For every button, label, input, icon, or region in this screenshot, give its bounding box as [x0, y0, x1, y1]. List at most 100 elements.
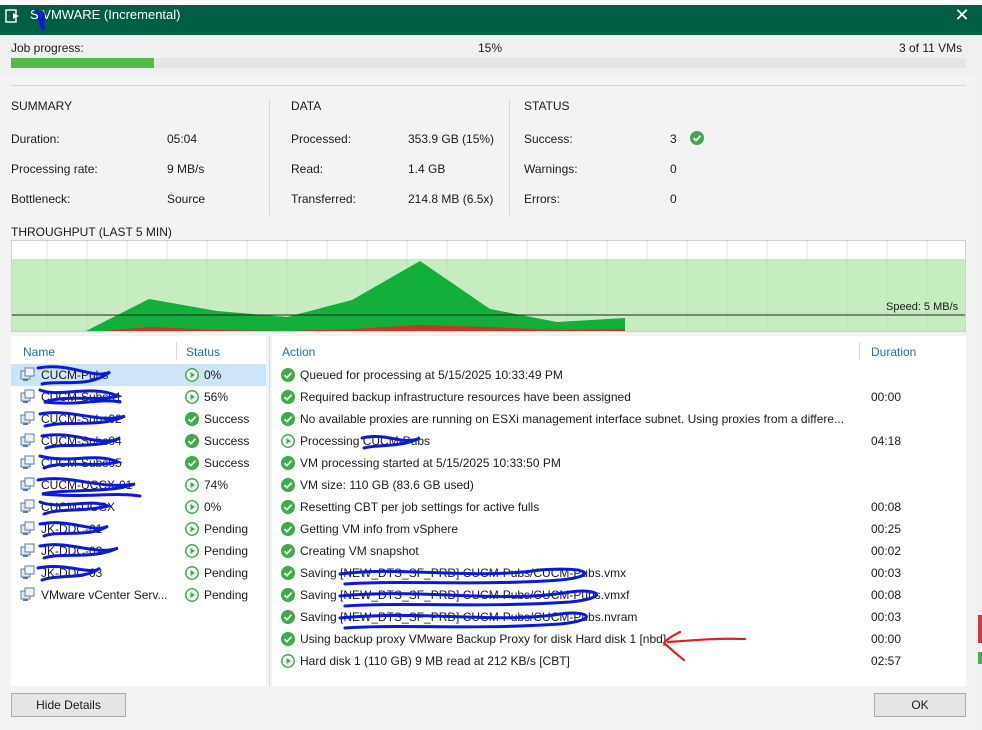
action-row[interactable]: Saving [NEW_DTS_SF_PRD] CUCM-Pubs/CUCM-P… [272, 584, 966, 606]
vm-row[interactable]: CUCM-UCCX-01 74% [11, 474, 266, 496]
vm-row[interactable]: CUCM-UCCX 0% [11, 496, 266, 518]
job-progress-label: Job progress: [11, 41, 84, 55]
column-divider [859, 342, 860, 360]
vm-row[interactable]: VMware vCenter Serv... Pending [11, 584, 266, 606]
progress-bar-fill [11, 58, 155, 68]
vm-row[interactable]: CUCM-Subs05 Success [11, 452, 266, 474]
window-title: S.VMWARE (Incremental) [30, 7, 181, 22]
vm-name: CUCM-UCCX-01 [41, 478, 133, 492]
action-duration: 00:08 [871, 500, 902, 514]
action-text: Getting VM info from vSphere [300, 522, 459, 536]
processed-value: 353.9 GB (15%) [408, 132, 495, 146]
close-icon[interactable]: ✕ [950, 4, 974, 26]
action-row[interactable]: VM size: 110 GB (83.6 GB used) [272, 474, 966, 496]
throughput-chart [11, 240, 966, 332]
vm-row[interactable]: CUCM-Subs04 Success [11, 430, 266, 452]
running-play-icon [281, 654, 295, 668]
transferred-label: Transferred: [291, 192, 356, 206]
warnings-label: Warnings: [524, 162, 578, 176]
action-log[interactable]: Action Duration Queued for processing at… [272, 336, 966, 686]
vm-row[interactable]: JK-DDC-03 Pending [11, 562, 266, 584]
vm-icon [20, 367, 36, 383]
vm-icon [20, 389, 36, 405]
action-row[interactable]: Resetting CBT per job settings for activ… [272, 496, 966, 518]
vm-row[interactable]: JK-DDC-02 Pending [11, 540, 266, 562]
ok-button[interactable]: OK [874, 693, 966, 717]
success-value: 3 [670, 132, 677, 146]
action-duration: 00:08 [871, 588, 902, 602]
action-row[interactable]: Required backup infrastructure resources… [272, 386, 966, 408]
action-row[interactable]: Saving [NEW_DTS_SF_PRD] CUCM-Pubs/CUCM-P… [272, 606, 966, 628]
running-play-icon [185, 500, 199, 514]
action-row[interactable]: Creating VM snapshot 00:02 [272, 540, 966, 562]
action-duration: 00:25 [871, 522, 902, 536]
action-text: Processing CUCM-Pubs [300, 434, 431, 448]
duration-label: Duration: [11, 132, 60, 146]
vm-icon [20, 565, 36, 581]
success-check-icon [281, 478, 295, 492]
success-check-icon [185, 456, 199, 470]
success-check-icon [281, 610, 295, 624]
success-check-icon [281, 566, 295, 580]
errors-value: 0 [670, 192, 677, 206]
action-duration: 00:00 [871, 632, 902, 646]
speed-label: Speed: 5 MB/s [886, 301, 959, 313]
action-row[interactable]: No available proxies are running on ESXi… [272, 408, 966, 430]
vm-status: Pending [204, 522, 249, 536]
running-play-icon [185, 588, 199, 602]
background-mark [978, 615, 982, 643]
processing-rate-value: 9 MB/s [167, 162, 205, 176]
divider [269, 99, 270, 215]
column-header-status[interactable]: Status [186, 345, 220, 359]
read-value: 1.4 GB [408, 162, 446, 176]
summary-heading: SUMMARY [11, 99, 73, 113]
column-header-name[interactable]: Name [23, 345, 55, 359]
divider [11, 85, 966, 86]
vm-name: CUCM-UCCX [41, 500, 115, 514]
vm-list[interactable]: Name Status CUCM-Pubs 0% CUCM-Subs01 56% CUC… [11, 336, 266, 686]
action-text: No available proxies are running on ESXi… [300, 412, 845, 426]
action-row[interactable]: Using backup proxy VMware Backup Proxy f… [272, 628, 966, 650]
column-header-action[interactable]: Action [282, 345, 315, 359]
action-text: VM processing started at 5/15/2025 10:33… [300, 456, 561, 470]
running-play-icon [281, 434, 295, 448]
vm-status: Success [204, 434, 250, 448]
vm-row[interactable]: CUCM-Pubs 0% [11, 364, 266, 386]
hide-details-button[interactable]: Hide Details [11, 693, 126, 717]
vm-name: CUCM-Pubs [41, 368, 109, 382]
vm-name: CUCM-Subs05 [41, 456, 122, 470]
vm-row[interactable]: JK-DDC-01 Pending [11, 518, 266, 540]
running-play-icon [185, 566, 199, 580]
action-duration: 00:02 [871, 544, 902, 558]
processing-rate-label: Processing rate: [11, 162, 98, 176]
action-row[interactable]: Saving [NEW_DTS_SF_PRD] CUCM-Pubs/CUCM-P… [272, 562, 966, 584]
vm-icon [20, 411, 36, 427]
action-duration: 04:18 [871, 434, 902, 448]
action-row[interactable]: VM processing started at 5/15/2025 10:33… [272, 452, 966, 474]
action-duration: 00:00 [871, 390, 902, 404]
vm-status: 0% [204, 368, 222, 382]
action-row[interactable]: Processing CUCM-Pubs 04:18 [272, 430, 966, 452]
column-header-duration[interactable]: Duration [871, 345, 916, 359]
vm-icon [20, 455, 36, 471]
action-row[interactable]: Hard disk 1 (110 GB) 9 MB read at 212 KB… [272, 650, 966, 672]
action-text: Queued for processing at 5/15/2025 10:33… [300, 368, 563, 382]
vm-row[interactable]: CUCM-Subs02 Success [11, 408, 266, 430]
vm-icon [20, 477, 36, 493]
success-label: Success: [524, 132, 573, 146]
job-icon [5, 8, 21, 24]
vm-status: Success [204, 412, 250, 426]
status-heading: STATUS [524, 99, 570, 113]
action-row[interactable]: Getting VM info from vSphere 00:25 [272, 518, 966, 540]
action-row[interactable]: Queued for processing at 5/15/2025 10:33… [272, 364, 966, 386]
throughput-heading: THROUGHPUT (LAST 5 MIN) [11, 225, 172, 239]
vm-row[interactable]: CUCM-Subs01 56% [11, 386, 266, 408]
warnings-value: 0 [670, 162, 677, 176]
vm-name: VMware vCenter Serv... [41, 588, 168, 602]
vm-name: CUCM-Subs04 [41, 434, 122, 448]
action-text: Saving [NEW_DTS_SF_PRD] CUCM-Pubs/CUCM-P… [300, 610, 638, 624]
progress-bar [11, 58, 966, 68]
errors-label: Errors: [524, 192, 560, 206]
read-label: Read: [291, 162, 324, 176]
action-duration: 02:57 [871, 654, 902, 668]
